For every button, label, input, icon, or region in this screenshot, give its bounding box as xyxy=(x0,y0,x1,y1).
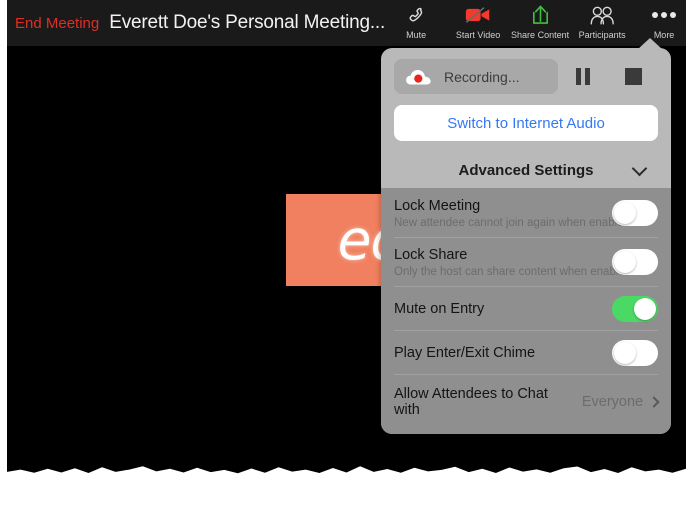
switch-to-internet-audio-button[interactable]: Switch to Internet Audio xyxy=(394,105,658,141)
phone-handset-icon xyxy=(405,3,427,27)
screenshot-root: End Meeting Everett Doe's Personal Meeti… xyxy=(0,0,700,506)
setting-row-play-chime[interactable]: Play Enter/Exit Chime xyxy=(394,330,658,374)
chat-setting-value: Everyone xyxy=(581,394,644,410)
video-camera-off-icon xyxy=(465,3,491,27)
share-upload-icon xyxy=(530,3,551,27)
popover-pointer xyxy=(638,38,662,49)
toggle-knob xyxy=(614,251,636,273)
more-options-popover: Recording... Switch to Internet Audio Ad… xyxy=(381,48,671,434)
stop-recording-button[interactable] xyxy=(608,68,658,85)
toggle-knob xyxy=(614,341,636,364)
toolbar-button-participants[interactable]: Participants xyxy=(571,3,633,40)
stop-icon xyxy=(624,68,642,85)
meeting-window: End Meeting Everett Doe's Personal Meeti… xyxy=(7,0,686,487)
toggle-knob xyxy=(614,201,636,224)
cloud-record-icon xyxy=(405,68,432,86)
toolbar-label-mute: Mute xyxy=(406,30,427,40)
setting-row-lock-share[interactable]: Lock Share Only the host can share conte… xyxy=(394,237,658,286)
toggle-knob xyxy=(634,297,656,320)
pause-icon xyxy=(576,68,590,85)
popover-top-section: Recording... Switch to Internet Audio xyxy=(381,48,671,152)
chevron-right-icon xyxy=(648,396,660,408)
more-dots-icon xyxy=(652,3,677,27)
recording-label: Recording... xyxy=(444,68,520,85)
toggle-lock-meeting[interactable] xyxy=(612,199,658,226)
toolbar-label-participants: Participants xyxy=(578,30,626,40)
toolbar-button-start-video[interactable]: Start Video xyxy=(447,3,509,40)
participants-icon xyxy=(589,3,615,27)
chevron-down-icon xyxy=(631,160,648,177)
toggle-mute-on-entry[interactable] xyxy=(612,295,658,322)
end-meeting-button[interactable]: End Meeting xyxy=(15,15,99,32)
advanced-settings-label: Advanced Settings xyxy=(458,161,594,179)
recording-status-button[interactable]: Recording... xyxy=(394,59,558,94)
meeting-toolbar: End Meeting Everett Doe's Personal Meeti… xyxy=(7,0,686,46)
advanced-settings-header[interactable]: Advanced Settings xyxy=(381,152,671,188)
setting-row-allow-attendees-chat[interactable]: Allow Attendees to Chat with Everyone xyxy=(394,374,660,424)
setting-row-mute-on-entry[interactable]: Mute on Entry xyxy=(394,286,658,330)
toolbar-button-share-content[interactable]: Share Content xyxy=(509,3,571,40)
settings-list: Lock Meeting New attendee cannot join ag… xyxy=(381,188,671,434)
toggle-play-chime[interactable] xyxy=(612,339,658,366)
recording-row: Recording... xyxy=(394,59,658,94)
toggle-lock-share[interactable] xyxy=(612,249,658,275)
toolbar-button-more[interactable]: More xyxy=(633,3,686,40)
toolbar-button-mute[interactable]: Mute xyxy=(385,3,447,40)
chat-setting-label: Allow Attendees to Chat with xyxy=(394,386,548,418)
torn-paper-edge xyxy=(7,466,686,487)
toolbar-label-start-video: Start Video xyxy=(455,30,501,40)
page-title: Everett Doe's Personal Meeting... xyxy=(109,12,386,33)
pause-recording-button[interactable] xyxy=(558,68,608,85)
setting-row-lock-meeting[interactable]: Lock Meeting New attendee cannot join ag… xyxy=(394,188,658,237)
toolbar-label-share-content: Share Content xyxy=(511,30,570,40)
